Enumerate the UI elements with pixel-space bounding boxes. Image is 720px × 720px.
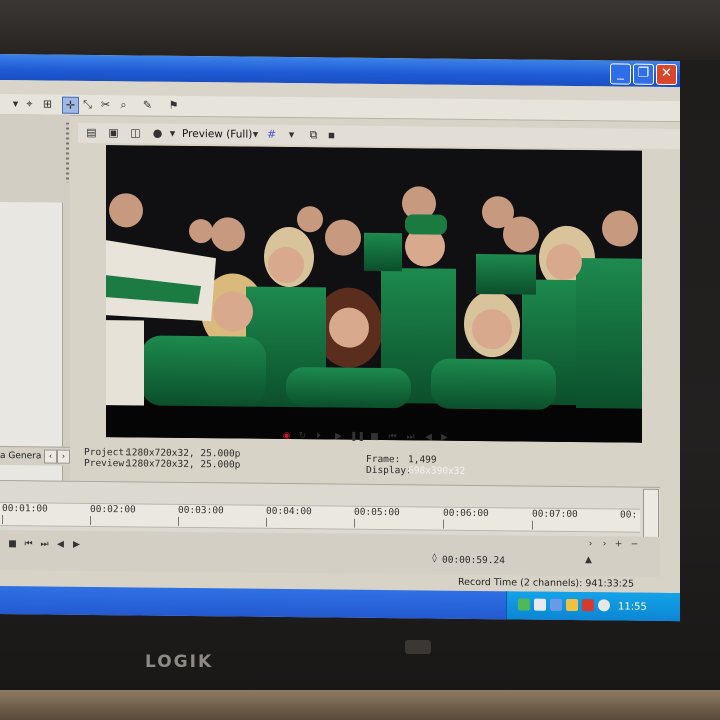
play-button[interactable]: ▶ bbox=[332, 430, 345, 443]
timeline-controls: ■ ⏮ ⏭ ◀ ▶ ◊ 00:00:59.24 ▲ › › + − bbox=[0, 530, 660, 577]
ruler-tick-label: 00:02:00 bbox=[90, 503, 136, 516]
preview-quality-label[interactable]: Preview (Full) bbox=[182, 128, 252, 141]
cursor-icon[interactable]: ⌖ bbox=[22, 96, 37, 111]
security-icon[interactable] bbox=[534, 598, 546, 611]
zoom-out-button[interactable]: − bbox=[628, 539, 641, 552]
ruler-tick-label: 00: bbox=[620, 509, 638, 521]
pause-button[interactable]: ❚❚ bbox=[350, 431, 365, 444]
next-frame-button[interactable]: ▶ bbox=[438, 432, 451, 445]
pin-icon[interactable]: ⚑ bbox=[166, 98, 181, 113]
ruler-tick-mark bbox=[266, 517, 267, 527]
prev-frame-button[interactable]: ◀ bbox=[422, 431, 435, 444]
ruler-tick-mark bbox=[443, 519, 444, 529]
media-generator-tab[interactable]: a Genera bbox=[0, 451, 41, 461]
wall-background bbox=[0, 0, 720, 60]
go-end-button[interactable]: ⏭ bbox=[404, 431, 417, 444]
ruler-tick-label: 00:05:00 bbox=[354, 506, 400, 519]
video-frame-image bbox=[106, 145, 642, 443]
grid-icon[interactable]: # bbox=[264, 127, 279, 142]
scroll-end-arrow[interactable]: › bbox=[598, 538, 611, 551]
stop-button[interactable]: ■ bbox=[368, 431, 381, 444]
ruler-tick-label: 00:01:00 bbox=[2, 503, 48, 515]
project-label: Project: bbox=[84, 446, 130, 459]
copy-frame-icon[interactable]: ⧉ bbox=[306, 127, 321, 142]
volume-icon[interactable] bbox=[550, 598, 562, 611]
ruler-tick-mark bbox=[178, 516, 179, 526]
ruler-tick-mark bbox=[2, 515, 3, 525]
ruler-tick-label: 00:06:00 bbox=[443, 507, 489, 520]
cursor-time: 00:00:59.24 bbox=[442, 554, 505, 567]
panel-grip[interactable] bbox=[66, 122, 69, 183]
monitor-icon[interactable]: ▣ bbox=[106, 125, 121, 140]
zoom-slider-icon[interactable]: ▲ bbox=[582, 554, 595, 567]
display-label: Display: bbox=[366, 464, 412, 477]
stop-small-button[interactable]: ■ bbox=[6, 538, 19, 551]
monitor-screen: _ ❐ ✕ ▾ ⌖ ⊞ ✛ ⤡ ✂ ⌕ ✎ ⚑ a Genera ‹ › ▤ ▣… bbox=[0, 54, 680, 622]
network-icon[interactable] bbox=[518, 598, 530, 611]
cursor-position-icon: ◊ bbox=[432, 553, 437, 564]
record-time-status: Record Time (2 channels): 941:33:25 bbox=[458, 576, 635, 590]
go-end-small-button[interactable]: ⏭ bbox=[38, 538, 51, 551]
play-from-start-button[interactable]: ⏵ bbox=[312, 430, 325, 443]
dropdown-icon[interactable]: ▾ bbox=[8, 96, 23, 111]
zoom-out-icon[interactable]: ⤡ bbox=[80, 97, 95, 112]
save-frame-icon[interactable]: ▪ bbox=[324, 127, 339, 142]
properties-icon[interactable]: ▤ bbox=[84, 125, 99, 140]
ruler-tick-label: 00:03:00 bbox=[178, 504, 224, 517]
record-button[interactable]: ◉ bbox=[280, 430, 293, 443]
scroll-right-arrow[interactable]: › bbox=[584, 538, 597, 551]
monitor-stand-base bbox=[405, 640, 431, 654]
frame-label: Frame: bbox=[366, 453, 401, 466]
tab-prev-arrow[interactable]: ‹ bbox=[44, 449, 57, 464]
timeline-vertical-scrollbar[interactable] bbox=[643, 488, 659, 543]
monitor-brand-logo: LOGIK bbox=[145, 652, 214, 672]
preview-label: Preview: bbox=[84, 457, 130, 470]
antivirus-icon[interactable] bbox=[582, 599, 594, 612]
ruler-tick-mark bbox=[532, 520, 533, 530]
chevron-down-icon[interactable]: ▾ bbox=[165, 126, 180, 141]
ruler-tick-mark bbox=[90, 515, 91, 525]
loop-button[interactable]: ↻ bbox=[296, 430, 309, 443]
split-screen-icon[interactable]: ◫ bbox=[128, 125, 143, 140]
ruler-tick-mark bbox=[354, 518, 355, 528]
zoom-in-button[interactable]: + bbox=[612, 538, 625, 551]
chevron-down-icon[interactable]: ▾ bbox=[284, 127, 299, 142]
split-icon[interactable]: ✂ bbox=[98, 97, 113, 112]
display-value: 698x390x32 bbox=[408, 465, 466, 477]
zoom-icon[interactable]: ✛ bbox=[62, 96, 79, 114]
ruler-tick-label: 00:04:00 bbox=[266, 505, 312, 518]
brush-icon[interactable]: ✎ bbox=[140, 97, 155, 112]
preview-value: 1280x720x32, 25.000p bbox=[126, 458, 241, 471]
record-dot-icon[interactable]: ● bbox=[150, 126, 165, 141]
update-icon[interactable] bbox=[566, 598, 578, 612]
next-frame-small-button[interactable]: ▶ bbox=[70, 539, 83, 552]
snap-icon[interactable]: ⊞ bbox=[40, 96, 55, 111]
video-preview bbox=[106, 145, 642, 443]
ruler-tick-label: 00:07:00 bbox=[532, 508, 578, 521]
shield-icon[interactable] bbox=[598, 599, 610, 612]
prev-frame-small-button[interactable]: ◀ bbox=[54, 539, 67, 552]
go-start-button[interactable]: ⏮ bbox=[386, 431, 399, 444]
maximize-button[interactable]: ❐ bbox=[633, 63, 654, 85]
desk-surface bbox=[0, 690, 720, 720]
magnet-icon[interactable]: ⌕ bbox=[116, 97, 131, 112]
media-tab-strip: a Genera ‹ › bbox=[0, 446, 70, 466]
go-start-small-button[interactable]: ⏮ bbox=[22, 538, 35, 551]
tab-next-arrow[interactable]: › bbox=[57, 449, 70, 464]
taskbar-clock[interactable]: 11:55 bbox=[618, 601, 647, 612]
close-button[interactable]: ✕ bbox=[656, 63, 677, 86]
minimize-button[interactable]: _ bbox=[610, 63, 631, 85]
frame-value: 1,499 bbox=[408, 454, 437, 466]
